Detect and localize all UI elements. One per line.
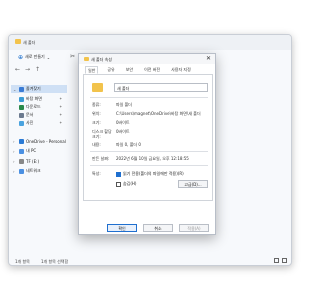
sidebar-item-label: 문서: [26, 112, 34, 117]
sidebar-item-downloads[interactable]: 다운로드: [19, 103, 41, 111]
sidebar-item-label: 즐겨찾기: [26, 86, 41, 91]
checkbox-icon: [116, 181, 121, 187]
forward-icon[interactable]: →: [25, 66, 30, 73]
view-switcher: [274, 258, 287, 263]
selected-count: 1개 항목 선택함: [41, 259, 69, 264]
cut-icon[interactable]: ✂: [70, 53, 75, 60]
hidden-checkbox[interactable]: 숨김(H): [116, 181, 137, 187]
divider: [90, 97, 208, 98]
readonly-label: 읽기 전용(폴더의 파일에만 적용)(R): [123, 171, 184, 176]
pin-icon: ✦: [59, 120, 63, 125]
desktop-icon: [19, 96, 24, 102]
size-label: 크기:: [92, 120, 101, 125]
computer-icon: [19, 148, 24, 154]
sidebar-item-favorites[interactable]: ⌄ 즐겨찾기: [11, 85, 67, 93]
advanced-button[interactable]: 고급(D)...: [178, 180, 208, 188]
back-icon[interactable]: ←: [15, 66, 20, 73]
folder-icon: [84, 57, 89, 61]
dialog-buttons: 확인 취소 적용(A): [79, 224, 215, 236]
sidebar-item-label: TF (E:): [26, 158, 40, 164]
apply-button[interactable]: 적용(A): [179, 224, 209, 232]
dialog-titlebar: 새 폴더 속성 ✕: [79, 54, 215, 64]
explorer-title: 새 폴더: [23, 40, 36, 45]
sidebar-item-documents[interactable]: 문서: [19, 111, 33, 119]
document-icon: [19, 112, 24, 118]
sidebar-item-label: 내 PC: [26, 148, 37, 153]
tab-sharing[interactable]: 공유: [105, 66, 116, 74]
sidebar-item-this-pc[interactable]: › 내 PC: [13, 147, 36, 155]
sidebar-item-label: 다운로드: [26, 104, 41, 109]
star-icon: [19, 86, 24, 92]
readonly-checkbox[interactable]: 읽기 전용(폴더의 파일에만 적용)(R): [116, 171, 184, 177]
chevron-right-icon: ›: [13, 168, 15, 174]
sidebar-item-network[interactable]: › 네트워크: [13, 167, 41, 175]
folder-properties-dialog: 새 폴더 속성 ✕ 일반 공유 보안 이전 버전 사용자 지정 새 폴더 종류:…: [78, 53, 216, 235]
new-button-label: 새로 만들기: [25, 54, 45, 59]
type-label: 종류:: [92, 102, 101, 107]
sidebar-item-drive-e[interactable]: › TF (E:): [13, 157, 39, 165]
item-count: 1개 항목: [15, 259, 30, 264]
pin-icon: ✦: [59, 104, 63, 109]
sidebar-item-label: 사진: [26, 120, 34, 125]
size-value: 0바이트: [116, 120, 130, 125]
checkbox-icon: [116, 171, 121, 177]
cloud-icon: [19, 138, 24, 144]
folder-icon: [92, 83, 103, 92]
close-icon[interactable]: ✕: [206, 55, 211, 62]
plus-icon: ⊕: [18, 53, 24, 61]
drive-icon: [19, 158, 24, 164]
location-label: 위치:: [92, 111, 101, 116]
download-icon: [19, 104, 24, 110]
ok-button[interactable]: 확인: [107, 224, 137, 232]
sidebar-item-pictures[interactable]: 사진: [19, 119, 33, 127]
sidebar-item-label: 네트워크: [26, 168, 41, 173]
contents-value: 파일 0, 폴더 0: [116, 142, 141, 147]
pin-icon: ✦: [59, 112, 63, 117]
dialog-tabs: 일반 공유 보안 이전 버전 사용자 지정: [83, 66, 213, 75]
sidebar-item-onedrive[interactable]: › OneDrive - Personal: [13, 137, 66, 145]
cancel-button[interactable]: 취소: [143, 224, 173, 232]
type-value: 파일 폴더: [116, 102, 132, 107]
created-label: 만든 날짜:: [92, 156, 110, 161]
network-icon: [19, 168, 24, 174]
dialog-title: 새 폴더 속성: [91, 57, 112, 62]
chevron-down-icon: ⌄: [46, 54, 51, 60]
tab-previous-versions[interactable]: 이전 버전: [142, 66, 162, 74]
created-value: 2022년 6월 10일 금요일, 오후 12:18:55: [116, 156, 189, 161]
chevron-right-icon: ›: [13, 138, 15, 144]
chevron-right-icon: ›: [13, 148, 15, 154]
divider: [90, 151, 208, 152]
chevron-down-icon: ⌄: [13, 86, 17, 92]
size-on-disk-label: 디스크 할당 크기:: [92, 129, 112, 139]
tiles-view-icon[interactable]: [282, 258, 287, 263]
details-view-icon[interactable]: [274, 258, 279, 263]
up-icon[interactable]: ↑: [35, 66, 40, 73]
picture-icon: [19, 120, 24, 126]
contents-label: 내용:: [92, 142, 101, 147]
sidebar-item-desktop[interactable]: 바탕 화면: [19, 95, 42, 103]
divider: [90, 165, 208, 166]
location-value: C:\Users\magnet\OneDrive\바탕 화면\새 폴더: [116, 111, 201, 116]
size-on-disk-value: 0바이트: [116, 129, 130, 134]
explorer-titlebar: 새 폴더: [9, 35, 291, 50]
folder-icon: [15, 39, 21, 44]
status-bar: 1개 항목 1개 항목 선택함: [9, 255, 291, 265]
hidden-label: 숨김(H): [123, 181, 137, 186]
sidebar-item-label: OneDrive - Personal: [26, 138, 66, 144]
sidebar-item-label: 바탕 화면: [26, 96, 42, 101]
folder-name-input[interactable]: 새 폴더: [114, 83, 208, 92]
attributes-label: 특성:: [92, 171, 101, 176]
navigation-pane: ⌄ 즐겨찾기 바탕 화면 ✦ 다운로드 ✦ 문서 ✦ 사진 ✦ › OneDri…: [9, 83, 69, 249]
tab-customize[interactable]: 사용자 지정: [169, 66, 193, 74]
tab-security[interactable]: 보안: [124, 66, 135, 74]
new-button[interactable]: ⊕ 새로 만들기 ⌄: [15, 53, 53, 61]
chevron-right-icon: ›: [13, 158, 15, 164]
tab-general[interactable]: 일반: [85, 66, 99, 74]
general-panel: 새 폴더 종류: 파일 폴더 위치: C:\Users\magnet\OneDr…: [83, 75, 213, 201]
pin-icon: ✦: [59, 96, 63, 101]
